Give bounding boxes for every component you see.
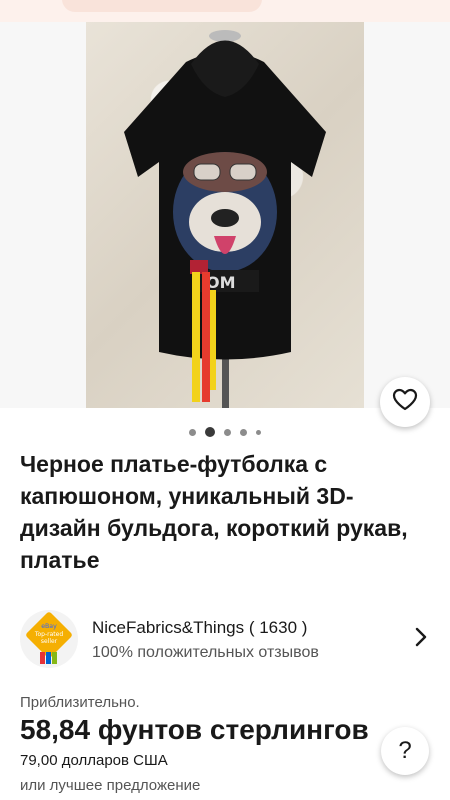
- top-pill-control[interactable]: [62, 0, 262, 12]
- chevron-right-icon[interactable]: [414, 626, 428, 653]
- help-button[interactable]: ?: [381, 727, 429, 775]
- help-icon: ?: [398, 737, 412, 764]
- seller-feedback: 100% положительных отзывов: [92, 644, 319, 661]
- svg-text:seller: seller: [41, 638, 58, 645]
- svg-text:Top-rated: Top-rated: [34, 631, 63, 638]
- svg-text:eBay: eBay: [41, 623, 57, 630]
- pagination-dot[interactable]: [256, 429, 261, 435]
- pagination-dot[interactable]: [224, 428, 231, 436]
- top-banner-strip: [0, 0, 450, 22]
- pagination-dot[interactable]: [240, 428, 247, 436]
- pagination-dot-active[interactable]: [205, 427, 215, 437]
- approx-label: Приблизительно.: [20, 694, 140, 711]
- price-gbp: 58,84 фунтов стерлингов: [20, 714, 369, 745]
- listing-title: Черное платье-футболка с капюшоном, уник…: [20, 451, 408, 573]
- price-usd: 79,00 долларов США: [20, 752, 168, 769]
- best-offer-text: или лучшее предложение: [20, 777, 201, 794]
- seller-name[interactable]: NiceFabrics&Things ( 1630 ): [92, 618, 307, 638]
- heart-icon: [392, 388, 418, 417]
- product-image-gallery[interactable]: OM: [0, 22, 450, 408]
- favorite-button[interactable]: [380, 377, 430, 427]
- seller-info-row[interactable]: eBay Top-rated seller NiceFabrics&Things…: [20, 608, 440, 668]
- image-pagination-dots: [0, 427, 450, 437]
- svg-text:OM: OM: [206, 273, 236, 292]
- pagination-dot[interactable]: [189, 428, 196, 436]
- top-rated-seller-badge: eBay Top-rated seller: [20, 610, 78, 668]
- product-photo: OM: [124, 30, 326, 408]
